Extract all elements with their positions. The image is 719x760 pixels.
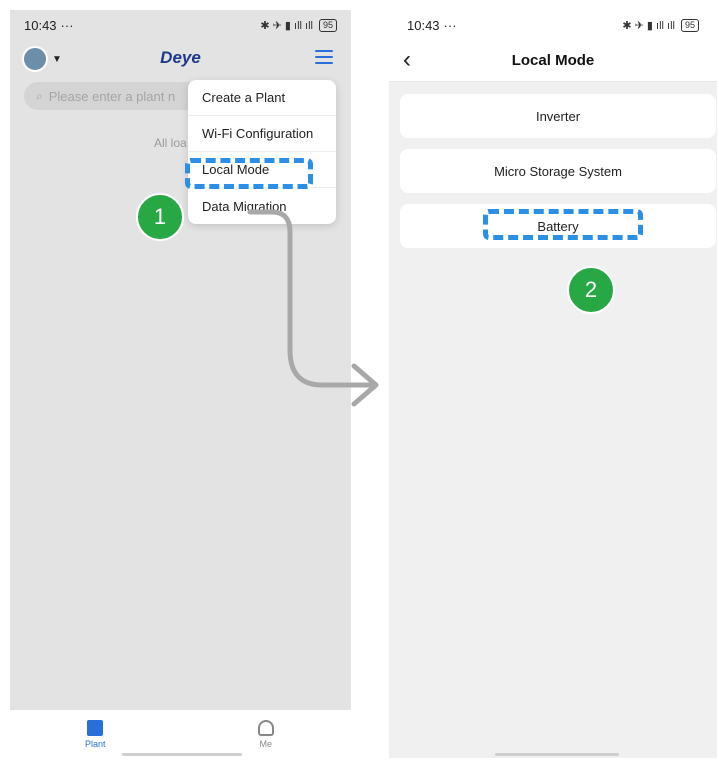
battery-icon: 95 — [318, 18, 337, 32]
status-time: 10:43 — [407, 17, 440, 33]
app-header: ▼ Deye — [10, 40, 351, 84]
signal-icon: ✱ ✈ ▮ ıll ıll — [622, 19, 675, 32]
local-mode-screen: 10:43 ··· ✱ ✈ ▮ ıll ıll 95 ‹ Local Mode … — [389, 10, 717, 758]
nav-bar: ‹ Local Mode — [389, 40, 717, 82]
tutorial-figure: 10:43 ··· ✱ ✈ ▮ ıll ıll 95 ▼ Deye ⌕ Plea… — [0, 0, 719, 760]
status-dots: ··· — [443, 17, 457, 33]
menu-item-create-plant[interactable]: Create a Plant — [188, 80, 336, 116]
status-icons: ✱ ✈ ▮ ıll ıll 95 — [622, 18, 699, 32]
status-bar: 10:43 ··· ✱ ✈ ▮ ıll ıll 95 — [10, 10, 351, 40]
menu-item-wifi-configuration[interactable]: Wi-Fi Configuration — [188, 116, 336, 152]
step-2-badge: 2 — [567, 266, 615, 314]
nav-me-label: Me — [259, 738, 272, 749]
status-time: 10:43 — [24, 17, 57, 33]
home-indicator — [495, 753, 619, 756]
nav-item-me[interactable]: Me — [181, 710, 352, 758]
list-status-text: All loa — [154, 136, 187, 150]
search-placeholder: Please enter a plant n — [48, 88, 176, 104]
step-1-badge: 1 — [136, 193, 184, 241]
plant-icon — [87, 719, 104, 736]
option-inverter[interactable]: Inverter — [400, 94, 716, 138]
dropdown-menu: Create a Plant Wi-Fi Configuration Local… — [188, 80, 336, 224]
nav-item-plant[interactable]: Plant — [10, 710, 181, 758]
battery-highlight — [483, 209, 643, 240]
home-screen: 10:43 ··· ✱ ✈ ▮ ıll ıll 95 ▼ Deye ⌕ Plea… — [10, 10, 351, 758]
local-mode-highlight — [185, 158, 313, 189]
status-dots: ··· — [60, 17, 74, 33]
menu-item-data-migration[interactable]: Data Migration — [188, 188, 336, 224]
page-title: Local Mode — [511, 52, 595, 69]
me-icon — [257, 719, 274, 736]
menu-icon[interactable] — [315, 50, 333, 66]
search-icon: ⌕ — [36, 88, 43, 103]
bottom-nav: Plant Me — [10, 710, 351, 758]
signal-icon: ✱ ✈ ▮ ıll ıll — [260, 19, 313, 32]
brand-logo: Deye — [160, 48, 201, 67]
home-indicator — [122, 753, 242, 756]
option-micro-storage-system[interactable]: Micro Storage System — [400, 149, 716, 193]
status-bar: 10:43 ··· ✱ ✈ ▮ ıll ıll 95 — [389, 10, 717, 40]
nav-plant-label: Plant — [84, 738, 106, 749]
status-icons: ✱ ✈ ▮ ıll ıll 95 — [260, 18, 337, 32]
battery-icon: 95 — [680, 18, 699, 32]
